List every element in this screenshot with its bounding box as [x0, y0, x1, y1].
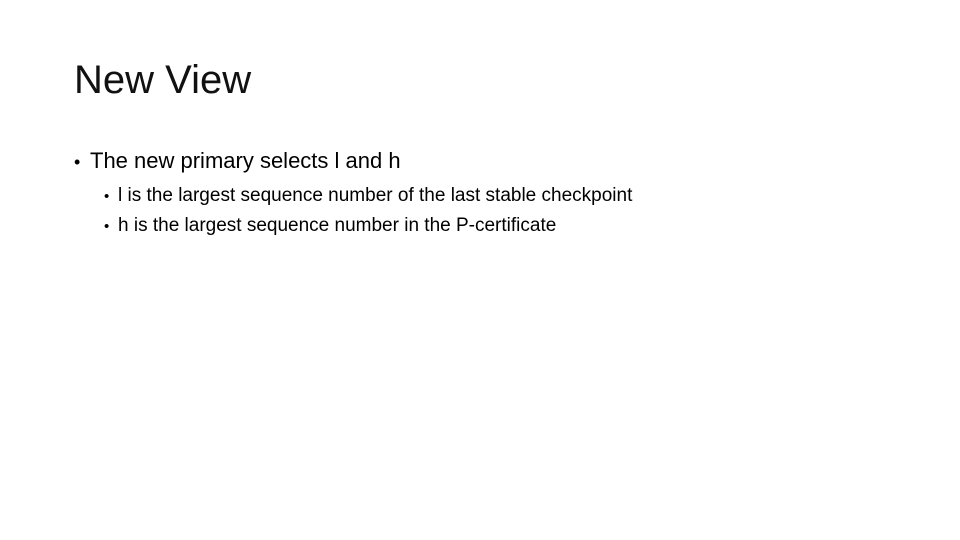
slide-title: New View: [74, 58, 252, 102]
bullet-icon: •: [104, 218, 110, 235]
sub-bullet-list: • l is the largest sequence number of th…: [104, 181, 632, 241]
sub-bullet-item: • l is the largest sequence number of th…: [104, 181, 632, 211]
bullet-item: • The new primary selects l and h • l is…: [74, 146, 632, 241]
bullet-text: The new primary selects l and h: [90, 148, 401, 173]
sub-bullet-item: • h is the largest sequence number in th…: [104, 211, 632, 241]
bullet-icon: •: [104, 188, 110, 205]
sub-bullet-text: h is the largest sequence number in the …: [118, 215, 557, 236]
sub-bullet-text: l is the largest sequence number of the …: [118, 185, 633, 206]
bullet-list: • The new primary selects l and h • l is…: [74, 146, 632, 241]
bullet-icon: •: [74, 152, 81, 172]
